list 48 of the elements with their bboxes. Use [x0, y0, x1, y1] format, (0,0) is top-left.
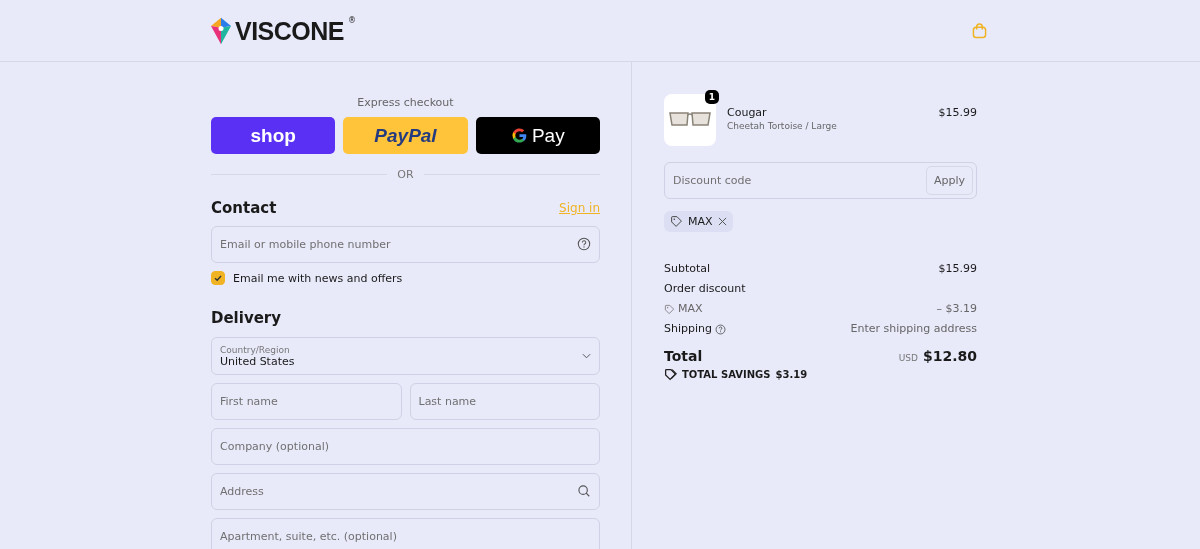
search-icon [577, 484, 591, 498]
express-checkout-title: Express checkout [356, 96, 455, 109]
registered-mark: ® [348, 15, 357, 25]
country-select[interactable]: Country/Region United States [211, 337, 600, 375]
g-logo-icon [510, 127, 528, 144]
total-value: $12.80 [922, 348, 977, 364]
brand-logo[interactable]: VISCONE ® [211, 15, 357, 46]
product-price: $15.99 [938, 105, 977, 119]
newsletter-label: Email me with news and offers [233, 271, 403, 285]
quantity-badge: 1 [705, 90, 719, 104]
name-field[interactable]: Last name [409, 383, 600, 420]
tag-icon [670, 215, 683, 228]
subtotal-label: Subtotal [664, 261, 711, 277]
discount-code-label: MAX [678, 301, 703, 317]
text-field[interactable]: Apartment, suite, etc. (optional) [211, 518, 600, 549]
delivery-heading: Delivery [211, 309, 283, 327]
logo-text: VISCONE [235, 15, 345, 46]
currency-label: USD [898, 353, 918, 363]
help-icon[interactable] [577, 237, 591, 251]
close-icon[interactable] [717, 217, 727, 226]
gpay-pay-button[interactable]: Pay [475, 117, 600, 154]
discount-tag: MAX [664, 211, 733, 232]
contact-heading: Contact [211, 199, 277, 217]
product-variant: Cheetah Tortoise / Large [727, 121, 838, 131]
shipping-label: Shipping [664, 321, 712, 337]
shipping-value: Enter shipping address [850, 321, 977, 337]
product-name: Cougar [727, 106, 768, 119]
tags-icon [664, 368, 677, 381]
email-field[interactable]: Email or mobile phone number [211, 226, 600, 263]
text-field[interactable]: Company (optional) [211, 428, 600, 465]
paypal-pay-button[interactable]: PayPal [343, 117, 468, 154]
discount-value: – $3.19 [936, 301, 977, 317]
tag-icon [664, 303, 675, 315]
address-field[interactable]: Address [211, 473, 600, 510]
name-field[interactable]: First name [211, 383, 402, 420]
or-divider-text: OR [397, 168, 414, 181]
discount-label: Order discount [664, 281, 746, 297]
diamond-logo-icon [211, 15, 231, 46]
total-savings-label: TOTAL SAVINGS [682, 369, 771, 380]
total-savings-value: $3.19 [775, 369, 808, 380]
chevron-down-icon [582, 353, 591, 359]
total-label: Total [664, 348, 703, 364]
help-icon[interactable] [715, 323, 726, 335]
apply-button[interactable]: Apply [925, 166, 973, 195]
checkmark-icon [213, 273, 223, 283]
shop-pay-button[interactable]: shop [211, 117, 336, 154]
subtotal-value: $15.99 [938, 261, 977, 277]
newsletter-checkbox[interactable] [211, 271, 225, 285]
